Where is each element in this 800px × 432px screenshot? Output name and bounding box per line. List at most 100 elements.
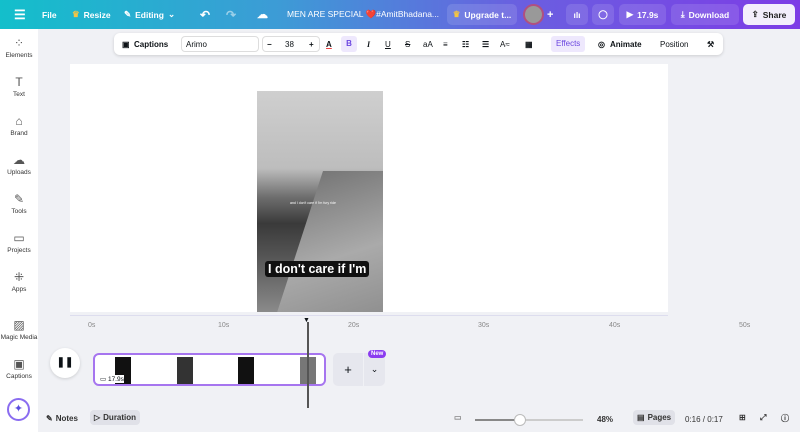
video-element[interactable]: and I don't care if I'm fury ride I don'… [257, 91, 383, 312]
elements-icon: ⁘ [13, 36, 25, 50]
notes-icon: ✎ [46, 414, 53, 423]
strikethrough-button[interactable]: S [405, 40, 410, 49]
sidebar-item-magic-media[interactable]: ▨ Magic Media [0, 319, 38, 341]
zoom-slider[interactable] [475, 414, 583, 426]
font-selector[interactable]: Arimo [181, 36, 259, 52]
clip-track[interactable]: ▭ 17.9s [93, 353, 326, 386]
brand-icon: ⌂ [15, 114, 23, 128]
magic-media-icon: ▨ [13, 318, 25, 332]
avatar[interactable] [523, 4, 544, 25]
transparency-icon[interactable]: ▦ [525, 40, 533, 49]
text-effects-icon[interactable]: A≈ [500, 40, 510, 49]
play-icon: ▶ [626, 9, 634, 19]
share-button[interactable]: ⇪ Share [743, 4, 795, 25]
page-view-icon[interactable]: ▭ [454, 413, 462, 422]
duration-button[interactable]: ▷ Duration [90, 410, 141, 425]
fullscreen-icon[interactable]: ⤢ [760, 413, 766, 423]
decrease-font-icon[interactable]: − [267, 40, 272, 49]
list-icon[interactable]: ☷ [462, 40, 469, 49]
zoom-slider-handle[interactable] [514, 414, 526, 426]
comment-icon[interactable]: ◯ [592, 4, 614, 25]
format-painter-icon[interactable]: ⚒ [707, 40, 714, 49]
download-label: Download [688, 9, 730, 20]
playhead[interactable] [307, 322, 309, 408]
crown-icon: ♛ [452, 9, 461, 19]
align-center-icon[interactable]: ≡ [443, 40, 448, 49]
pause-button[interactable]: ❚❚ [50, 348, 80, 378]
clip-thumbnail [177, 357, 193, 384]
bold-button[interactable]: B [341, 36, 357, 52]
effects-button[interactable]: Effects [551, 36, 586, 52]
share-icon: ⇪ [751, 9, 759, 19]
undo-icon[interactable]: ↶ [200, 8, 210, 22]
sidebar-item-elements[interactable]: ⁘ Elements [0, 37, 38, 59]
letter-case-button[interactable]: aA [423, 40, 433, 49]
zoom-value[interactable]: 48% [597, 415, 613, 424]
hamburger-icon[interactable]: ☰ [14, 7, 26, 23]
sidebar-label: Projects [7, 247, 31, 254]
file-menu[interactable]: File [42, 10, 57, 20]
font-size-input[interactable]: 38 [285, 40, 294, 49]
ruler-tick: 30s [478, 322, 490, 329]
cloud-saved-icon[interactable]: ☁ [257, 8, 268, 21]
animate-button[interactable]: Animate [610, 40, 642, 49]
sidebar-label: Captions [6, 373, 32, 380]
text-icon: T [15, 75, 23, 89]
sidebar-label: Apps [11, 286, 27, 293]
upgrade-button[interactable]: ♛ Upgrade t... [447, 4, 517, 25]
play-time: 17.9s [637, 9, 659, 20]
clip-thumbnail [238, 357, 254, 384]
new-badge: New [368, 350, 387, 358]
clip-duration-label: 17.9s [107, 376, 124, 383]
notes-button[interactable]: ✎ Notes [46, 414, 78, 423]
crown-icon: ♛ [72, 9, 80, 19]
sidebar-item-text[interactable]: T Text [0, 76, 38, 98]
ruler-tick: 0s [88, 322, 96, 329]
resize-button[interactable]: ♛ Resize [72, 9, 111, 20]
sidebar-item-tools[interactable]: ✎ Tools [0, 193, 38, 215]
time-readout: 0:16 / 0:17 [685, 415, 723, 424]
text-toolbar: ▣ Captions Arimo − 38 + A B I U S aA ≡ ☷… [114, 33, 723, 55]
underline-button[interactable]: U [385, 40, 391, 49]
sidebar-label: Brand [10, 130, 28, 137]
editing-label: Editing [135, 9, 164, 20]
notes-label: Notes [55, 414, 78, 423]
redo-icon[interactable]: ↷ [226, 8, 236, 22]
animate-icon: ◎ [598, 39, 605, 49]
folder-icon: ▭ [13, 231, 25, 245]
increase-font-icon[interactable]: + [309, 40, 314, 49]
ruler-tick: 40s [609, 322, 621, 329]
small-caption: and I don't care if I'm fury ride [290, 201, 336, 205]
position-button[interactable]: Position [660, 40, 688, 49]
download-button[interactable]: ⤓ Download [671, 4, 739, 25]
insights-icon[interactable]: ılı [566, 4, 588, 25]
help-icon[interactable]: ⓘ [781, 413, 789, 424]
play-button[interactable]: ▶ 17.9s [619, 4, 666, 25]
pages-button[interactable]: ▤ Pages [633, 410, 676, 425]
sidebar-item-captions[interactable]: ▣ Captions [0, 358, 38, 380]
tools-icon: ✎ [13, 192, 25, 206]
sidebar-item-uploads[interactable]: ☁ Uploads [0, 154, 38, 176]
sidebar-label: Magic Media [0, 334, 38, 341]
sidebar-item-projects[interactable]: ▭ Projects [0, 232, 38, 254]
caption-text[interactable]: I don't care if I'm [265, 261, 370, 277]
upgrade-label: Upgrade t... [464, 9, 512, 20]
sidebar-item-brand[interactable]: ⌂ Brand [0, 115, 38, 137]
editing-dropdown[interactable]: ✎ Editing ⌄ [124, 9, 175, 20]
resize-label: Resize [83, 9, 111, 20]
text-color-icon[interactable]: A [326, 40, 332, 49]
duration-icon: ▷ [94, 413, 101, 422]
add-page-button[interactable]: + [333, 353, 363, 386]
spacing-icon[interactable]: ☰ [482, 40, 489, 49]
grid-view-icon[interactable]: ⊞ [739, 413, 746, 422]
playhead-handle-icon[interactable]: ▼ [303, 317, 310, 324]
ruler-tick: 50s [739, 322, 751, 329]
apps-icon: ⁜ [13, 270, 25, 284]
captions-button[interactable]: Captions [134, 40, 168, 49]
add-collaborator-icon[interactable]: + [547, 9, 553, 21]
italic-button[interactable]: I [367, 40, 370, 49]
magic-assistant-icon[interactable]: ✦ [7, 398, 30, 421]
upload-icon: ☁ [13, 153, 25, 167]
document-title[interactable]: MEN ARE SPECIAL ❤️#AmitBhadana... [287, 9, 439, 20]
sidebar-item-apps[interactable]: ⁜ Apps [0, 271, 38, 293]
